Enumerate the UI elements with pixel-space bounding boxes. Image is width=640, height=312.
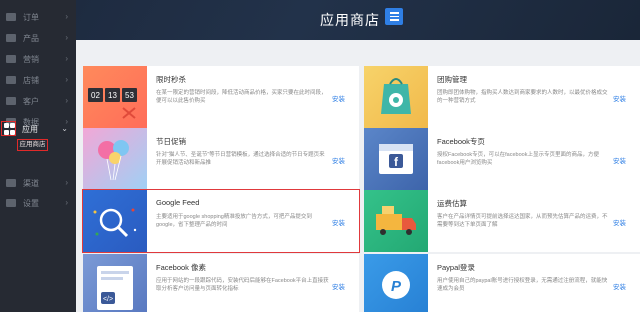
install-button[interactable]: 安装 (332, 155, 345, 165)
shipping-estimate-thumbnail (364, 190, 428, 252)
app-name: 限时秒杀 (156, 75, 186, 84)
chevron-right-icon: › (65, 12, 68, 21)
app-description: 用户使用自己的paypal账号进行授权登录，无需通过注册流程，就能快速成为会员 (437, 278, 608, 292)
sidebar-item-label: 设置 (23, 198, 39, 208)
store-icon (6, 76, 16, 84)
chevron-right-icon: › (65, 33, 68, 42)
install-button[interactable]: 安装 (613, 281, 626, 291)
app-card-flash-sale: 02 13 53 限时秒杀 在某一限定的营销时间段，降低活动商品价格，买家只要在… (83, 66, 359, 128)
app-card-google-feed: Google Feed 主要适用于google shopping精准投放广告方式… (82, 189, 360, 253)
countdown-seconds: 53 (125, 91, 134, 100)
sidebar-subitem-app-store[interactable]: 应用商店 (17, 139, 48, 151)
install-button[interactable]: 安装 (332, 281, 345, 291)
svg-text:</>: </> (103, 296, 113, 303)
app-card-shipping-estimate: 运费估算 客户在产品详情页可提前选择运达国家，从而预先估算产品的运费，不需要等到… (364, 190, 640, 252)
app-description: 团购即团体购物，指购买人数达到商家要求的人数时，以最优价格成交的一种营销方式 (437, 90, 608, 104)
app-description: 主要适用于google shopping精准投放广告方式，可把产品提交到goog… (156, 214, 312, 228)
countdown-hours: 02 (91, 91, 100, 100)
sidebar-item-label: 客户 (23, 96, 39, 106)
paypal-login-thumbnail: P (364, 254, 428, 312)
chevron-right-icon: › (65, 75, 68, 84)
marketing-icon (6, 55, 16, 63)
app-grid: 02 13 53 限时秒杀 在某一限定的营销时间段，降低活动商品价格，买家只要在… (76, 40, 640, 312)
app-description: 授权Facebook专页，可以在facebook上显示专页里面的商品，方便fac… (437, 152, 599, 166)
chevron-down-icon: ⌄ (61, 124, 68, 133)
svg-text:P: P (391, 278, 402, 295)
group-buy-thumbnail (364, 66, 428, 128)
chevron-right-icon: › (65, 54, 68, 63)
facebook-pixel-thumbnail: </> (83, 254, 147, 312)
app-name: Paypal登录 (437, 263, 475, 272)
install-button[interactable]: 安装 (332, 93, 345, 103)
app-description: 在某一限定的营销时间段，降低活动商品价格，买家只要在此时间段，便可以以此售价购买 (156, 90, 327, 104)
app-card-paypal-login: P Paypal登录 用户使用自己的paypal账号进行授权登录，无需通过注册流… (364, 254, 640, 312)
sidebar-item-store[interactable]: 店铺 › (0, 69, 76, 91)
chevron-right-icon: › (65, 198, 68, 207)
install-button[interactable]: 安装 (332, 217, 345, 227)
flash-sale-thumbnail: 02 13 53 (83, 66, 147, 128)
sidebar-item-label: 应用 (22, 124, 38, 134)
sidebar-item-products[interactable]: 产品 › (0, 27, 76, 49)
app-description: 针对“猫人节、圣诞节”等节日营销模板，通过选择合适的节日专题页来开展促销活动和新… (156, 152, 325, 166)
sidebar-item-orders[interactable]: 订单 › (0, 6, 76, 28)
sidebar-item-label: 店铺 (23, 75, 39, 85)
sidebar-item-label: 产品 (23, 33, 39, 43)
app-root: 订单 › 产品 › 营销 › 店铺 › 客户 › 数据 › 应用 ⌄ 应用商店 … (0, 0, 640, 312)
app-description: 客户在产品详情页可提前选择运达国家，从而预先估算产品的运费，不需要等到达下单页面… (437, 214, 608, 228)
products-icon (6, 34, 16, 42)
sidebar-item-channels[interactable]: 渠道 › (0, 172, 76, 194)
page-header: 应用商店 (76, 0, 640, 40)
facebook-page-thumbnail: f (364, 128, 428, 190)
sidebar: 订单 › 产品 › 营销 › 店铺 › 客户 › 数据 › 应用 ⌄ 应用商店 … (0, 0, 76, 312)
sidebar-item-label: 营销 (23, 54, 39, 64)
sidebar-item-marketing[interactable]: 营销 › (0, 48, 76, 70)
sidebar-item-label: 订单 (23, 12, 39, 22)
app-name: Facebook 像素 (156, 263, 207, 272)
chevron-right-icon: › (65, 96, 68, 105)
app-name: 运费估算 (437, 199, 467, 208)
install-button[interactable]: 安装 (613, 93, 626, 103)
app-description: 应用于网站的一段跟踪代码，安装代码后能够在Facebook平台上直接获取分析客户… (156, 278, 329, 292)
orders-icon (6, 13, 16, 21)
install-button[interactable]: 安装 (613, 155, 626, 165)
app-name: 团购管理 (437, 75, 467, 84)
app-name: Facebook专页 (437, 137, 485, 146)
countdown-minutes: 13 (108, 91, 117, 100)
app-card-group-buy: 团购管理 团购即团体购物，指购买人数达到商家要求的人数时，以最优价格成交的一种营… (364, 66, 640, 128)
sidebar-item-customers[interactable]: 客户 › (0, 90, 76, 112)
app-card-facebook-pixel: </> Facebook 像素 应用于网站的一段跟踪代码，安装代码后能够在Fac… (83, 254, 359, 312)
apps-icon (0, 120, 17, 137)
sidebar-item-label: 渠道 (23, 178, 39, 188)
menu-icon[interactable] (385, 8, 403, 25)
customers-icon (6, 97, 16, 105)
sidebar-item-apps[interactable]: 应用 ⌄ (0, 120, 76, 138)
app-card-holiday-promo: 节日促销 针对“猫人节、圣诞节”等节日营销模板，通过选择合适的节日专题页来开展促… (83, 128, 359, 190)
settings-icon (6, 199, 16, 207)
app-name: Google Feed (156, 198, 200, 207)
holiday-promo-thumbnail (83, 128, 147, 190)
app-name: 节日促销 (156, 137, 186, 146)
install-button[interactable]: 安装 (613, 217, 626, 227)
chevron-right-icon: › (65, 178, 68, 187)
google-feed-thumbnail (83, 190, 147, 252)
sidebar-item-settings[interactable]: 设置 › (0, 192, 76, 214)
app-card-facebook-page: f Facebook专页 授权Facebook专页，可以在facebook上显示… (364, 128, 640, 190)
channels-icon (6, 179, 16, 187)
page-title: 应用商店 (320, 12, 380, 28)
